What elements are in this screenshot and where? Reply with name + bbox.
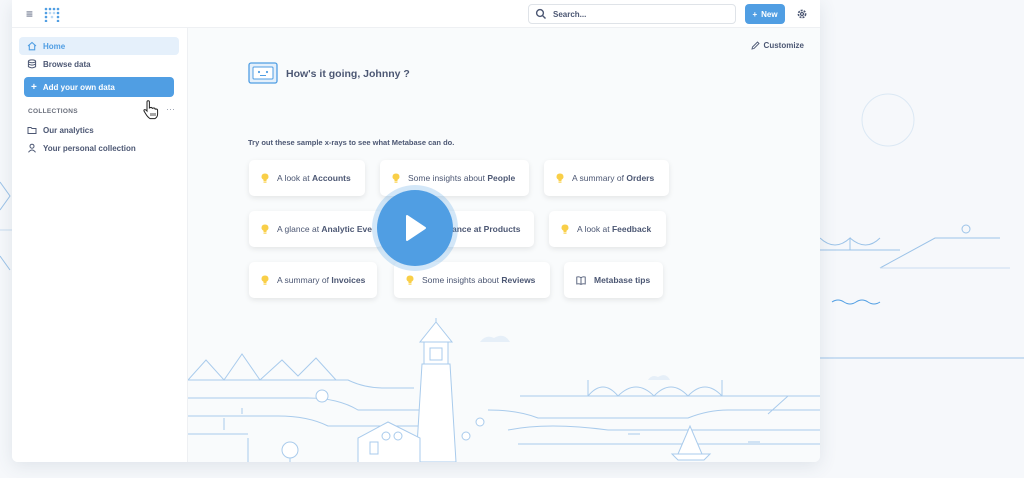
video-play-button[interactable]	[372, 185, 458, 271]
sidebar-item-label: Home	[43, 41, 66, 51]
plus-icon: +	[752, 9, 758, 19]
greeting-heading: How's it going, Johnny ?	[286, 68, 410, 80]
xray-card-subject: Reviews	[501, 275, 536, 285]
xray-card[interactable]: A look at Accounts	[249, 160, 365, 196]
xray-card-subject: Metabase tips	[594, 275, 651, 285]
new-button[interactable]: + New	[745, 4, 785, 24]
search-icon	[535, 8, 546, 19]
collections-heading: COLLECTIONS	[28, 108, 78, 115]
sidebar-item-label: Our analytics	[43, 125, 94, 135]
xray-card-prefix: Some insights about	[422, 275, 502, 285]
database-icon	[27, 59, 37, 69]
book-icon	[576, 275, 586, 285]
hamburger-menu-icon[interactable]: ≡	[26, 8, 38, 20]
gear-icon[interactable]	[796, 8, 808, 20]
xray-card-subject: Invoices	[331, 275, 366, 285]
bulb-icon	[561, 224, 569, 234]
add-data-label: Add your own data	[42, 82, 115, 92]
play-icon	[406, 215, 426, 241]
bulb-icon	[261, 173, 269, 183]
bulb-icon	[261, 275, 269, 285]
xray-card-subject: Orders	[626, 173, 655, 183]
metabot-icon	[248, 62, 278, 84]
play-button-inner[interactable]	[377, 190, 453, 266]
search-input[interactable]	[553, 9, 723, 19]
sidebar-item-our-analytics[interactable]: Our analytics	[19, 121, 179, 139]
sidebar-item-browse-data[interactable]: Browse data	[19, 55, 179, 73]
xray-card-prefix: A summary of	[572, 173, 627, 183]
bulb-icon	[392, 173, 400, 183]
xray-card-subject: People	[487, 173, 516, 183]
bulb-icon	[556, 173, 564, 183]
top-navbar: ≡ + New	[12, 0, 820, 28]
xray-card-prefix: A glance at	[277, 224, 322, 234]
search-bar[interactable]	[528, 4, 736, 24]
metabase-logo-icon[interactable]	[44, 6, 60, 22]
person-icon	[28, 143, 36, 153]
hand-pointer-cursor-icon	[143, 100, 159, 120]
sidebar-item-label: Browse data	[43, 59, 91, 69]
xray-card-subject: Feedback	[611, 224, 652, 234]
xray-card[interactable]: A glance at Analytic Eve	[249, 211, 383, 247]
sidebar-item-home[interactable]: Home	[19, 37, 179, 55]
plus-icon: +	[31, 81, 37, 93]
xray-card[interactable]: Metabase tips	[564, 262, 663, 298]
collections-more-button[interactable]: ···	[166, 104, 175, 114]
sidebar: Home Browse data + Add your own data COL…	[12, 28, 188, 462]
customize-label: Customize	[763, 41, 804, 50]
xray-card-subject: Accounts	[311, 173, 351, 183]
xray-card-subject: ance at Products	[452, 224, 521, 234]
xray-card[interactable]: A look at Feedback	[549, 211, 666, 247]
lighthouse-landscape-illustration	[188, 318, 820, 462]
home-icon	[27, 41, 37, 51]
sidebar-item-label: Your personal collection	[43, 143, 136, 153]
xray-card-prefix: A look at	[577, 224, 612, 234]
folder-icon	[27, 127, 37, 134]
xray-card-prefix: A summary of	[277, 275, 332, 285]
bulb-icon	[261, 224, 269, 234]
xray-card[interactable]: A summary of Orders	[544, 160, 669, 196]
xray-card-prefix: Some insights about	[408, 173, 488, 183]
pencil-icon	[750, 41, 760, 50]
xray-intro-text: Try out these sample x-rays to see what …	[248, 138, 455, 147]
customize-button[interactable]: Customize	[750, 41, 804, 50]
add-your-own-data-button[interactable]: + Add your own data	[24, 77, 174, 97]
home-main-panel: Customize How's it going, Johnny ? Try o…	[188, 28, 820, 462]
sidebar-item-personal-collection[interactable]: Your personal collection	[19, 139, 179, 157]
xray-card[interactable]: A summary of Invoices	[249, 262, 377, 298]
bulb-icon	[406, 275, 414, 285]
new-button-label: New	[761, 9, 778, 19]
xray-card-subject: Analytic Eve	[321, 224, 372, 234]
xray-card-prefix: A look at	[277, 173, 312, 183]
